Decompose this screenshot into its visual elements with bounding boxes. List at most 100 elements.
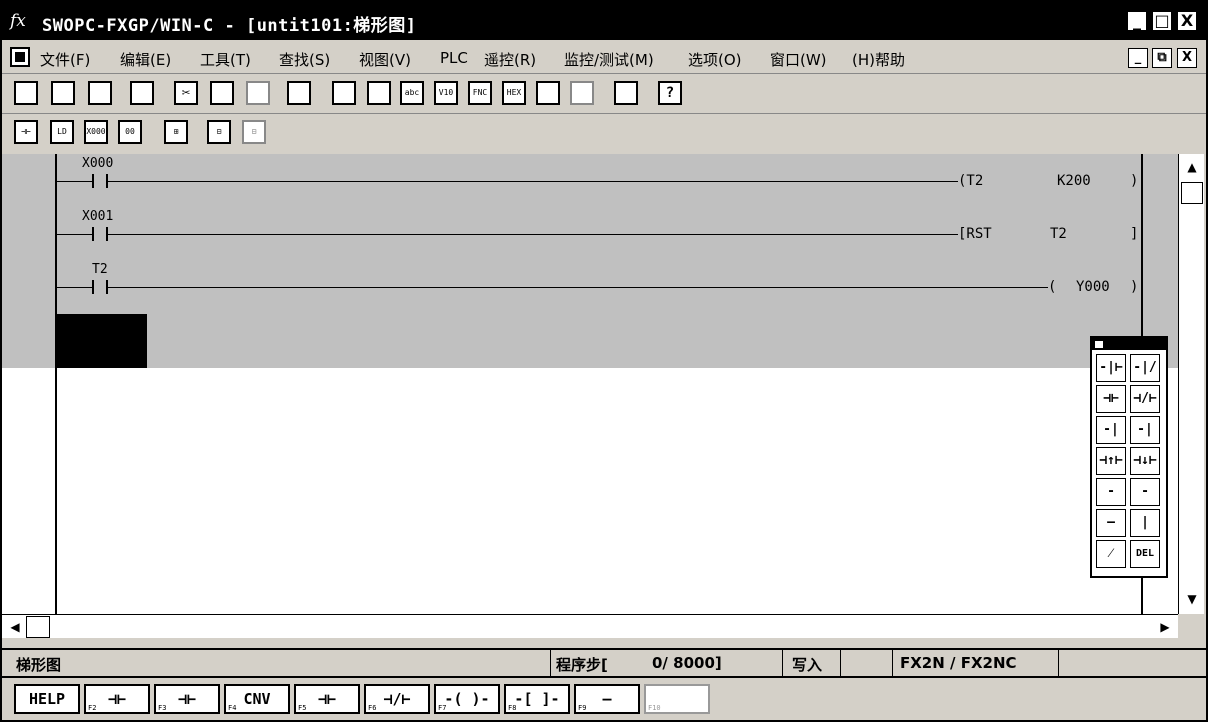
f5-parallel-key[interactable]: F5 ⊣⊢ — [294, 684, 360, 714]
scroll-down-icon[interactable]: ▼ — [1181, 588, 1203, 610]
left-power-rail — [55, 154, 57, 614]
comment-view-icon[interactable]: X000 abc — [84, 120, 108, 144]
invert-icon[interactable]: ⁄ — [1096, 540, 1126, 568]
maximize-button[interactable]: □ — [1151, 10, 1173, 32]
rung-wire — [57, 181, 92, 182]
minimize-button[interactable]: _ — [1126, 10, 1148, 32]
monitor-off-icon[interactable]: ⊟ — [242, 120, 266, 144]
parallel-no-icon[interactable]: ⊣⊢ — [1096, 385, 1126, 413]
f3-nc-contact-key[interactable]: F3 ⊣⊢ — [154, 684, 220, 714]
page-export-icon[interactable] — [367, 81, 391, 105]
normally-open-contact[interactable] — [92, 174, 108, 188]
menu-find[interactable]: 查找(S) — [279, 49, 330, 70]
menu-help[interactable]: (H)帮助 — [852, 49, 905, 70]
mdi-restore-button[interactable]: ⧉ — [1152, 48, 1172, 68]
parallel-falling-icon[interactable]: ⊣↓⊢ — [1130, 447, 1160, 475]
print-preview-icon[interactable] — [287, 81, 311, 105]
f6-parallel-nc-key[interactable]: F6 ⊣/⊢ — [364, 684, 430, 714]
f8-instruction-key[interactable]: F8 -[ ]- — [504, 684, 570, 714]
menu-file[interactable]: 文件(F) — [40, 49, 90, 70]
horizontal-scrollbar[interactable]: ◀ ▶ — [2, 614, 1178, 638]
grid-icon[interactable]: ⊞ — [164, 120, 188, 144]
coil-icon[interactable]: -()- — [1096, 478, 1126, 506]
v10-icon[interactable]: V10 — [434, 81, 458, 105]
close-button[interactable]: X — [1176, 10, 1198, 32]
cut-icon[interactable]: ✂ — [174, 81, 198, 105]
f2-no-contact-key[interactable]: F2 ⊣⊢ — [84, 684, 150, 714]
menu-plc[interactable]: PLC — [440, 49, 468, 67]
parallel-rising-icon[interactable]: ⊣↑⊢ — [1096, 447, 1126, 475]
new-file-icon[interactable] — [14, 81, 38, 105]
ladder-editor[interactable]: X000 (T2 K200 ) X001 [RST T2 ] T2 ( Y000 — [2, 154, 1178, 614]
print-icon[interactable] — [130, 81, 154, 105]
fnc-icon[interactable]: FNC — [468, 81, 492, 105]
mdi-close-button[interactable]: X — [1177, 48, 1197, 68]
f4-convert-key[interactable]: F4 CNV — [224, 684, 290, 714]
edit-cursor[interactable] — [57, 314, 147, 368]
vertical-scroll-thumb[interactable] — [1181, 182, 1203, 204]
coil-operand: K200 — [1057, 173, 1091, 189]
menu-monitor[interactable]: 监控/测试(M) — [564, 49, 654, 70]
status-divider — [1058, 650, 1059, 676]
vertical-scrollbar[interactable]: ▲ ▼ — [1178, 154, 1204, 614]
rung-wire — [108, 234, 958, 235]
rung-wire — [57, 287, 92, 288]
fkey-label: -( )- — [444, 690, 490, 708]
monitor-icon[interactable]: ⊟ — [207, 120, 231, 144]
status-divider — [782, 650, 783, 676]
window-icon[interactable] — [614, 81, 638, 105]
menu-tools[interactable]: 工具(T) — [200, 49, 251, 70]
normally-open-contact[interactable] — [92, 227, 108, 241]
menu-remote[interactable]: 遥控(R) — [484, 49, 536, 70]
normally-open-contact[interactable] — [92, 280, 108, 294]
scroll-right-icon[interactable]: ▶ — [1154, 616, 1176, 638]
menu-bar: 文件(F) 编辑(E) 工具(T) 查找(S) 视图(V) PLC 遥控(R) … — [2, 42, 1206, 74]
save-icon[interactable] — [88, 81, 112, 105]
binoculars-icon[interactable] — [570, 81, 594, 105]
help-icon[interactable]: ? — [658, 81, 682, 105]
menu-edit[interactable]: 编辑(E) — [120, 49, 171, 70]
horizontal-scroll-thumb[interactable] — [26, 616, 50, 638]
scroll-up-icon[interactable]: ▲ — [1181, 156, 1203, 178]
coil-instruction[interactable]: ( — [1048, 279, 1056, 295]
standard-toolbar: ✂ abc V10 FNC HEX ? — [2, 76, 1206, 114]
search-doc-icon[interactable] — [536, 81, 560, 105]
instruction-palette[interactable]: -|⊢ -|/⊢ ⊣⊢ ⊣/⊢ -|↑⊢ -|↓⊢ ⊣↑⊢ ⊣↓⊢ -()- -… — [1090, 336, 1168, 578]
rising-edge-icon[interactable]: -|↑⊢ — [1096, 416, 1126, 444]
mdi-minimize-button[interactable]: _ — [1128, 48, 1148, 68]
vertical-line-icon[interactable]: | — [1130, 509, 1160, 537]
parallel-nc-icon[interactable]: ⊣/⊢ — [1130, 385, 1160, 413]
menu-options[interactable]: 选项(O) — [688, 49, 742, 70]
coil-instruction[interactable]: (T2 — [958, 173, 983, 189]
menu-window[interactable]: 窗口(W) — [770, 49, 827, 70]
horizontal-line-icon[interactable]: — — [1096, 509, 1126, 537]
palette-title-bar[interactable] — [1092, 338, 1166, 350]
page-icon[interactable] — [332, 81, 356, 105]
title-bar[interactable]: fx SWOPC-FXGP/WIN-C - [untit101:梯形图] _ □… — [2, 2, 1206, 40]
menu-view[interactable]: 视图(V) — [359, 49, 411, 70]
f9-line-key[interactable]: F9 — — [574, 684, 640, 714]
number-view-icon[interactable]: 00 123 — [118, 120, 142, 144]
delete-line-icon[interactable]: DEL — [1130, 540, 1160, 568]
fkey-label: — — [602, 690, 612, 708]
open-folder-icon[interactable] — [51, 81, 75, 105]
function-icon[interactable]: -[]- — [1130, 478, 1160, 506]
nc-contact-icon[interactable]: -|/⊢ — [1130, 354, 1160, 382]
copy-icon[interactable] — [210, 81, 234, 105]
hex-icon[interactable]: HEX — [502, 81, 526, 105]
f10-key[interactable]: F10 — [644, 684, 710, 714]
no-contact-icon[interactable]: -|⊢ — [1096, 354, 1126, 382]
coil-end: ] — [1130, 226, 1139, 242]
abc-icon[interactable]: abc — [400, 81, 424, 105]
contact-label: X000 — [82, 156, 114, 171]
document-menu-icon[interactable] — [10, 47, 30, 67]
scroll-left-icon[interactable]: ◀ — [4, 616, 26, 638]
ladder-view-icon[interactable]: ⊣⊢ — [14, 120, 38, 144]
paste-icon[interactable] — [246, 81, 270, 105]
coil-instruction[interactable]: [RST — [958, 226, 992, 242]
help-key-label: HELP — [28, 690, 66, 708]
f7-coil-key[interactable]: F7 -( )- — [434, 684, 500, 714]
instruction-view-icon[interactable]: LD ORI OUT — [50, 120, 74, 144]
help-key[interactable]: HELP — [14, 684, 80, 714]
falling-edge-icon[interactable]: -|↓⊢ — [1130, 416, 1160, 444]
